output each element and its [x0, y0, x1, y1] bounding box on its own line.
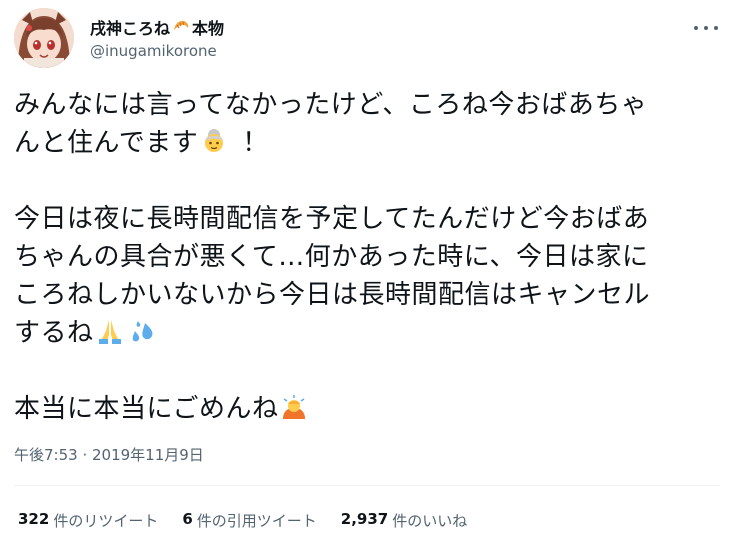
more-icon[interactable] [694, 22, 718, 34]
retweets-label: 件のリツイート [53, 512, 159, 530]
tweet-text: みんなには言ってなかったけど、ころね今おばあちゃ んと住んでます ！ 今日は夜に長… [14, 86, 720, 428]
tweet-header: 戌神ころね 本物 @inugamikorone [14, 8, 724, 72]
display-name-suffix[interactable]: 本物 [192, 15, 224, 39]
user-names: 戌神ころね 本物 @inugamikorone [90, 16, 224, 60]
tweet-line-text: 本当に本当にごめんね [14, 394, 279, 424]
croissant-icon [172, 18, 190, 36]
divider [14, 485, 720, 486]
tweet-line: ちゃんの具合が悪くて…何かあった時に、今日は家に [14, 242, 649, 272]
avatar[interactable] [14, 8, 74, 68]
old-woman-emoji-icon [200, 127, 228, 155]
retweets-stat[interactable]: 322 件のリツイート [18, 510, 158, 531]
tweet-line: ころねしかいないから今日は長時間配信はキャンセル [14, 280, 651, 310]
user-handle[interactable]: @inugamikorone [90, 42, 224, 60]
retweets-count: 322 [18, 510, 50, 528]
tweet-line: 今日は夜に長時間配信を予定してたんだけど今おばあ [14, 204, 650, 234]
person-bowing-emoji-icon [280, 393, 308, 421]
folded-hands-emoji-icon [96, 317, 124, 345]
engagement-stats: 322 件のリツイート 6 件の引用ツイート 2,937 件のいいね [18, 510, 467, 531]
display-name-row[interactable]: 戌神ころね 本物 [90, 16, 224, 38]
tweet: 戌神ころね 本物 @inugamikorone みんなには言ってなかったけど、こ… [0, 0, 736, 546]
tweet-line-text: んと住んでます [14, 128, 199, 158]
tweet-line: するね [14, 314, 720, 352]
quotes-label: 件の引用ツイート [196, 512, 317, 530]
tweet-line: みんなには言ってなかったけど、ころね今おばあちゃ [14, 90, 648, 120]
tweet-line-text: するね [14, 318, 94, 348]
display-name[interactable]: 戌神ころね [90, 15, 170, 39]
tweet-timestamp[interactable]: 午後7:53 · 2019年11月9日 [14, 444, 204, 465]
quotes-count: 6 [182, 510, 193, 528]
exclaim-text: ！ [242, 128, 269, 158]
quotes-stat[interactable]: 6 件の引用ツイート [182, 510, 316, 531]
tweet-line: んと住んでます ！ [14, 124, 720, 162]
likes-stat[interactable]: 2,937 件のいいね [341, 510, 467, 531]
sweat-droplets-emoji-icon [128, 317, 156, 345]
likes-count: 2,937 [340, 510, 389, 528]
likes-label: 件のいいね [392, 512, 468, 530]
tweet-line: 本当に本当にごめんね [14, 390, 720, 428]
